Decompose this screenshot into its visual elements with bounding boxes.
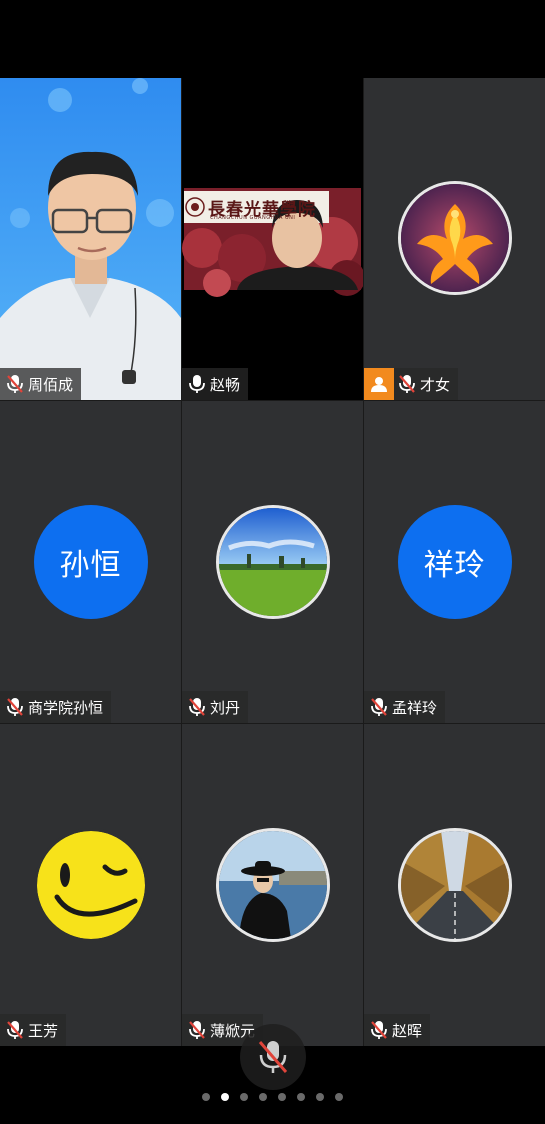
page-dot[interactable] [335,1093,343,1101]
participant-name-tag: 周佰成 [0,368,82,400]
participant-name-tag: 刘丹 [182,691,249,723]
participant-tile[interactable]: 才女 [364,78,545,400]
muted-mic-icon [371,1021,387,1039]
participant-name: 周佰成 [28,375,74,394]
participant-video [182,78,363,400]
tree-road-image [400,831,509,939]
participant-name-tag: 商学院孙恒 [0,691,112,723]
participant-name: 刘丹 [210,698,241,717]
participant-name-tag: 才女 [364,368,459,400]
avatar [215,828,330,942]
participant-name: 才女 [420,375,451,394]
muted-mic-icon [7,698,23,716]
wink-smiley-image [36,831,145,939]
participant-grid: 周佰成 長春光華學院 CHANGCHUN GUANGHUA UNI 赵畅 才女 … [0,78,545,1046]
page-dot[interactable] [278,1093,286,1101]
page-dot-current[interactable] [221,1093,229,1101]
page-dot[interactable] [316,1093,324,1101]
participant-name-tag: 孟祥玲 [364,691,446,723]
avatar [215,505,330,619]
woman-lake-image [218,831,327,939]
text-avatar: 孙恒 [33,505,148,619]
page-dot[interactable] [259,1093,267,1101]
participant-tile[interactable]: 祥玲 孟祥玲 [364,401,545,723]
participant-tile[interactable]: 薄焮元 [182,724,363,1046]
text-avatar: 祥玲 [397,505,512,619]
participant-tile[interactable]: 孙恒 商学院孙恒 [0,401,181,723]
host-badge [364,368,394,400]
participant-name-tag: 王芳 [0,1014,67,1046]
person-icon [371,377,387,392]
participant-tile[interactable]: 長春光華學院 CHANGCHUN GUANGHUA UNI 赵畅 [182,78,363,400]
participant-tile[interactable]: 赵晖 [364,724,545,1046]
participant-tile[interactable]: 刘丹 [182,401,363,723]
page-indicator [0,1093,545,1101]
participant-tile[interactable]: 王芳 [0,724,181,1046]
participant-name: 王芳 [28,1021,59,1040]
avatar [397,828,512,942]
participant-name-tag: 赵畅 [182,368,249,400]
landscape-image [218,508,327,616]
participant-tile[interactable]: 周佰成 [0,78,181,400]
muted-mic-icon [258,1041,288,1073]
phoenix-image [400,184,509,292]
muted-mic-icon [189,698,205,716]
avatar [33,828,148,942]
page-dot[interactable] [202,1093,210,1101]
page-dot[interactable] [240,1093,248,1101]
mic-icon [189,375,205,393]
mute-toggle-button[interactable] [240,1024,306,1090]
participant-name: 孟祥玲 [392,698,438,717]
participant-name: 赵畅 [210,375,241,394]
participant-name: 商学院孙恒 [28,698,104,717]
meeting-screen: 周佰成 長春光華學院 CHANGCHUN GUANGHUA UNI 赵畅 才女 … [0,0,545,1124]
participant-name: 赵晖 [392,1021,423,1040]
participant-name-tag: 赵晖 [364,1014,431,1046]
page-dot[interactable] [297,1093,305,1101]
muted-mic-icon [7,1021,23,1039]
avatar [397,181,512,295]
university-banner-subtext: CHANGCHUN GUANGHUA UNI [210,215,296,221]
muted-mic-icon [189,1021,205,1039]
participant-video [0,78,181,400]
muted-mic-icon [7,375,23,393]
muted-mic-icon [371,698,387,716]
muted-mic-icon [399,375,415,393]
